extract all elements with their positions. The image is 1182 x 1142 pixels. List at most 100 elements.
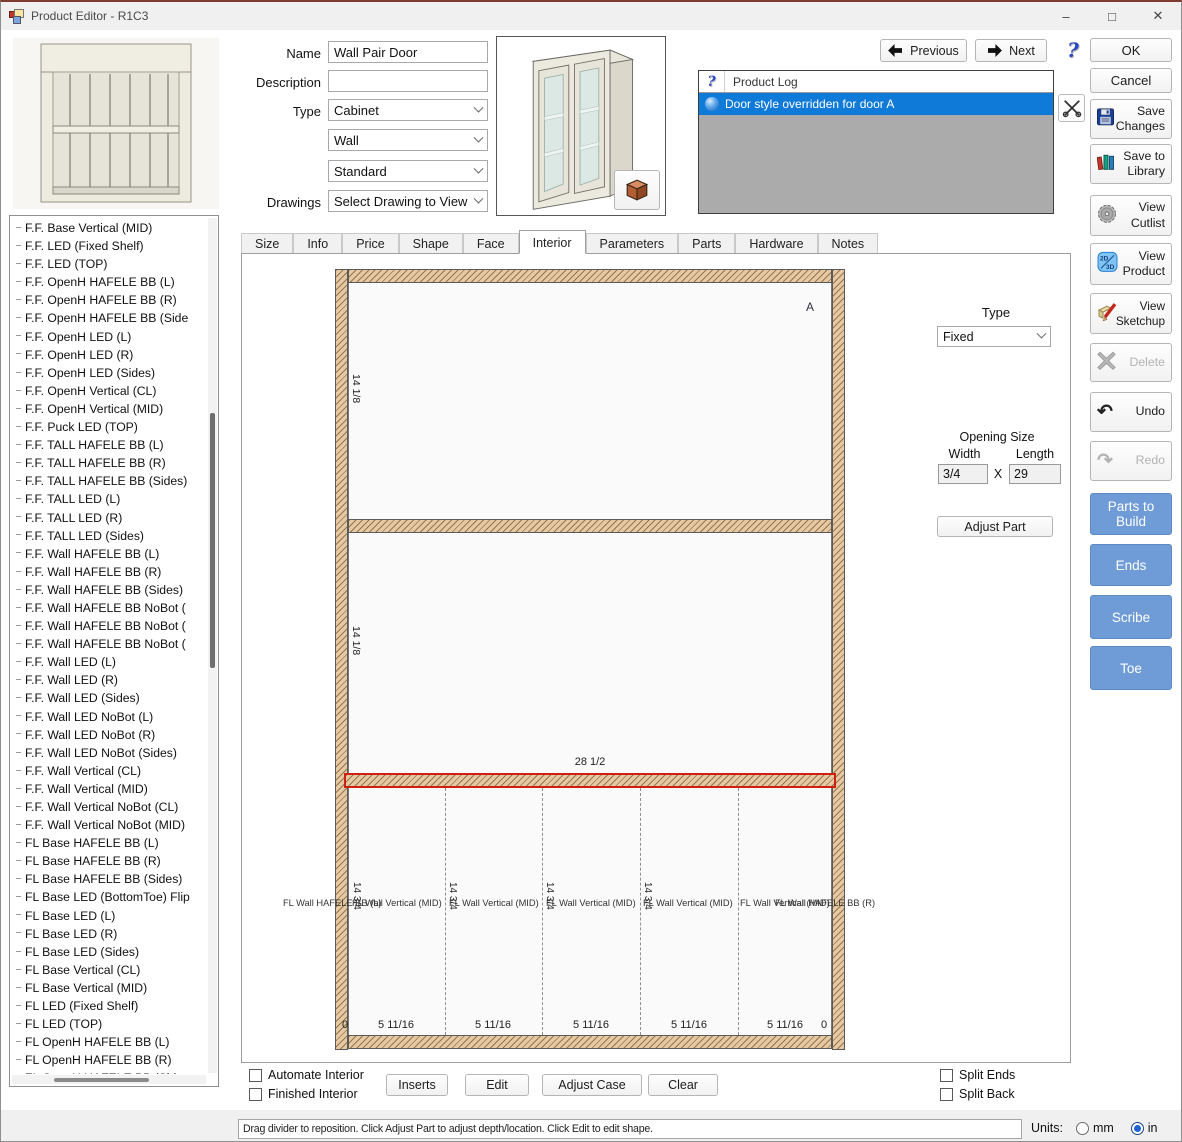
opening-width-field[interactable]: 3/4 (938, 464, 988, 484)
undo-button[interactable]: ↶ Undo (1090, 392, 1172, 432)
tab-face[interactable]: Face (463, 233, 519, 254)
tab-notes[interactable]: Notes (818, 233, 879, 254)
list-item[interactable]: F.F. Wall HAFELE BB (R) (10, 563, 207, 581)
log-entry-row[interactable]: Door style overridden for door A (699, 93, 1053, 115)
scribe-button[interactable]: Scribe (1090, 595, 1172, 639)
cabinet-right-side-part[interactable] (832, 269, 845, 1050)
measure-tool-button[interactable] (1058, 94, 1085, 122)
list-item[interactable]: FL Base LED (BottomToe) Flip (10, 888, 207, 906)
name-input[interactable] (328, 41, 488, 63)
list-item[interactable]: F.F. LED (Fixed Shelf) (10, 237, 207, 255)
list-item[interactable]: F.F. OpenH LED (Sides) (10, 364, 207, 382)
tab-shape[interactable]: Shape (399, 233, 463, 254)
list-item[interactable]: F.F. Wall Vertical (CL) (10, 762, 207, 780)
opening-length-field[interactable]: 29 (1009, 464, 1061, 484)
tab-interior[interactable]: Interior (519, 230, 586, 254)
ok-button[interactable]: OK (1090, 38, 1172, 62)
list-item[interactable]: F.F. LED (TOP) (10, 255, 207, 273)
drawings-dropdown[interactable]: Select Drawing to View (328, 190, 488, 212)
list-item[interactable]: F.F. TALL HAFELE BB (Sides) (10, 472, 207, 490)
split-ends-checkbox[interactable]: Split Ends (940, 1068, 1015, 1082)
vertical-partition-divider[interactable] (640, 788, 641, 1035)
subtype-dropdown[interactable]: Wall (328, 129, 488, 151)
list-item[interactable]: FL Base LED (Sides) (10, 943, 207, 961)
minimize-button[interactable]: – (1043, 2, 1089, 30)
vertical-partition-divider[interactable] (542, 788, 543, 1035)
list-item[interactable]: F.F. Wall HAFELE BB NoBot ( (10, 599, 207, 617)
help-button[interactable]: ? (1061, 36, 1085, 63)
standard-dropdown[interactable]: Standard (328, 160, 488, 182)
list-item[interactable]: FL Base Vertical (MID) (10, 979, 207, 997)
adjust-case-button[interactable]: Adjust Case (542, 1074, 642, 1096)
ends-button[interactable]: Ends (1090, 544, 1172, 586)
tab-parameters[interactable]: Parameters (586, 233, 679, 254)
opening-a[interactable]: A (348, 283, 832, 519)
delete-button[interactable]: Delete (1090, 343, 1172, 382)
view-sketchup-button[interactable]: View Sketchup (1090, 293, 1172, 334)
tab-price[interactable]: Price (342, 233, 398, 254)
list-item[interactable]: F.F. Base Vertical (MID) (10, 219, 207, 237)
view-product-button[interactable]: 2D3D View Product (1090, 243, 1172, 285)
vertical-partition-divider[interactable] (738, 788, 739, 1035)
tab-hardware[interactable]: Hardware (735, 233, 817, 254)
list-item[interactable]: F.F. Puck LED (TOP) (10, 418, 207, 436)
fixed-shelf-part[interactable] (348, 519, 832, 533)
list-item[interactable]: FL Base LED (R) (10, 925, 207, 943)
maximize-button[interactable]: □ (1089, 2, 1135, 30)
tab-parts[interactable]: Parts (678, 233, 735, 254)
list-item[interactable]: FL LED (TOP) (10, 1015, 207, 1033)
list-item[interactable]: F.F. Wall HAFELE BB NoBot ( (10, 617, 207, 635)
vertical-partition-divider[interactable] (445, 788, 446, 1035)
tab-info[interactable]: Info (293, 233, 342, 254)
inserts-button[interactable]: Inserts (386, 1074, 448, 1096)
part-type-dropdown[interactable]: Fixed (937, 326, 1051, 347)
list-item[interactable]: F.F. Wall LED NoBot (R) (10, 726, 207, 744)
list-item[interactable]: F.F. OpenH HAFELE BB (Side (10, 309, 207, 327)
parts-to-build-button[interactable]: Parts to Build (1090, 493, 1172, 535)
list-item[interactable]: F.F. Wall HAFELE BB NoBot ( (10, 635, 207, 653)
list-item[interactable]: F.F. Wall Vertical NoBot (MID) (10, 816, 207, 834)
list-item[interactable]: F.F. TALL LED (R) (10, 509, 207, 527)
next-button[interactable]: Next (975, 39, 1047, 62)
list-item[interactable]: FL Base HAFELE BB (L) (10, 834, 207, 852)
opening-b[interactable] (348, 533, 832, 773)
previous-button[interactable]: Previous (880, 39, 967, 62)
list-item[interactable]: F.F. Wall HAFELE BB (L) (10, 545, 207, 563)
list-item[interactable]: F.F. Wall HAFELE BB (Sides) (10, 581, 207, 599)
list-item[interactable]: FL LED (Fixed Shelf) (10, 997, 207, 1015)
cabinet-left-side-part[interactable] (335, 269, 348, 1050)
list-item[interactable]: FL Base HAFELE BB (Sides) (10, 870, 207, 888)
list-item[interactable]: F.F. OpenH LED (R) (10, 346, 207, 364)
list-item[interactable]: F.F. OpenH HAFELE BB (R) (10, 291, 207, 309)
list-item[interactable]: FL OpenH HAFELE BB (L) (10, 1033, 207, 1051)
list-item[interactable]: FL Base LED (L) (10, 907, 207, 925)
cancel-button[interactable]: Cancel (1090, 68, 1172, 93)
split-back-checkbox[interactable]: Split Back (940, 1087, 1015, 1101)
scrollbar-thumb[interactable] (210, 413, 215, 668)
selected-divider[interactable] (344, 773, 836, 788)
save-changes-button[interactable]: Save Changes (1090, 99, 1172, 139)
list-item[interactable]: F.F. Wall LED NoBot (Sides) (10, 744, 207, 762)
view-cutlist-button[interactable]: View Cutlist (1090, 195, 1172, 236)
list-item[interactable]: F.F. OpenH Vertical (MID) (10, 400, 207, 418)
automate-interior-checkbox[interactable]: Automate Interior (249, 1068, 364, 1082)
cabinet-bottom-part[interactable] (348, 1035, 832, 1049)
list-item[interactable]: F.F. Wall Vertical NoBot (CL) (10, 798, 207, 816)
list-item[interactable]: F.F. Wall LED NoBot (L) (10, 708, 207, 726)
list-item[interactable]: FL Base Vertical (CL) (10, 961, 207, 979)
tab-size[interactable]: Size (241, 233, 293, 254)
adjust-part-button[interactable]: Adjust Part (937, 516, 1053, 537)
list-item[interactable]: F.F. TALL HAFELE BB (R) (10, 454, 207, 472)
list-item[interactable]: F.F. OpenH LED (L) (10, 328, 207, 346)
list-item[interactable]: F.F. TALL HAFELE BB (L) (10, 436, 207, 454)
redo-button[interactable]: ↷ Redo (1090, 441, 1172, 481)
finished-interior-checkbox[interactable]: Finished Interior (249, 1087, 358, 1101)
clear-button[interactable]: Clear (648, 1074, 718, 1096)
units-in-radio[interactable]: in (1131, 1121, 1158, 1135)
units-mm-radio[interactable]: mm (1076, 1121, 1114, 1135)
list-item[interactable]: FL OpenH HAFELE BB (Sid (10, 1069, 207, 1074)
close-button[interactable]: ✕ (1135, 2, 1181, 30)
save-to-library-button[interactable]: Save to Library (1090, 144, 1172, 184)
list-item[interactable]: F.F. Wall LED (Sides) (10, 689, 207, 707)
cabinet-top-part[interactable] (348, 269, 832, 283)
